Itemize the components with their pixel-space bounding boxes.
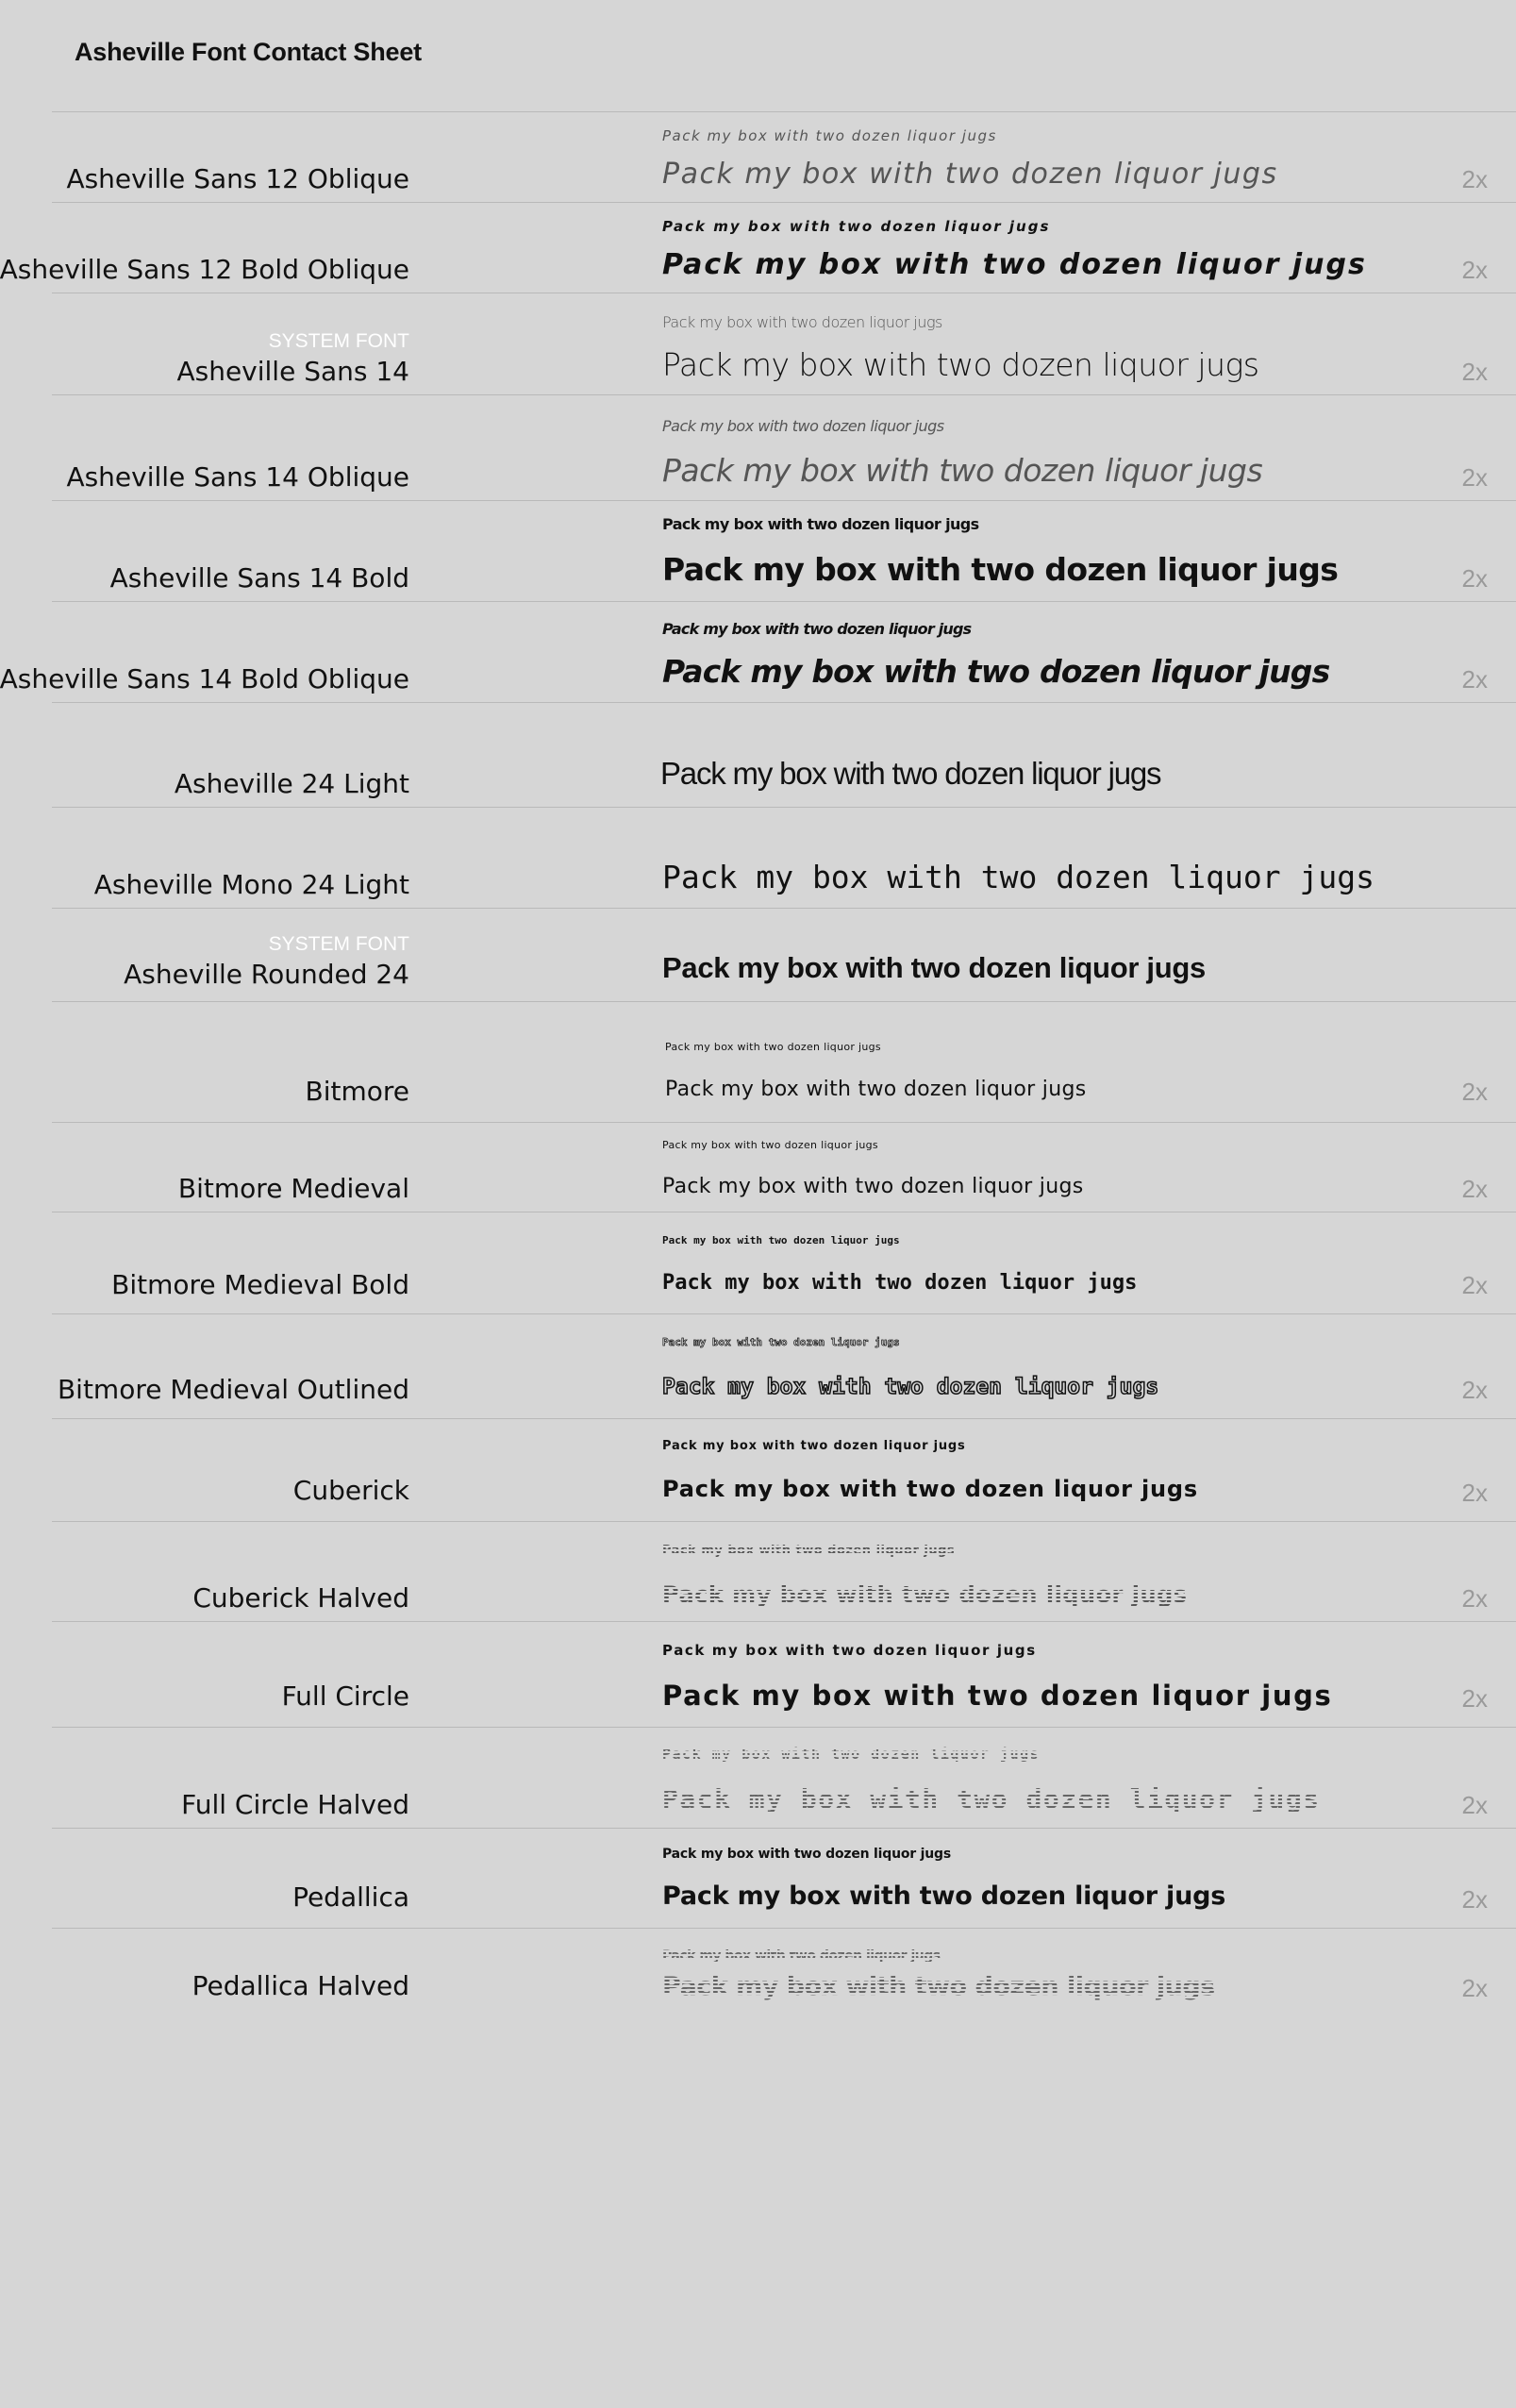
sample-small: Pack my box with two dozen liquor jugs — [662, 1948, 941, 1964]
font-name: Bitmore — [305, 1076, 410, 1107]
sample-2x: Pack my box with two dozen liquor jugs — [661, 1374, 1159, 1400]
sample-small: Pack my box with two dozen liquor jugs — [662, 515, 979, 533]
font-name: Asheville Sans 14 Bold Oblique — [0, 663, 409, 694]
font-row: Pack my box with two dozen liquor jugs P… — [52, 111, 1516, 203]
sample-2x: Pack my box with two dozen liquor jugs — [662, 1881, 1226, 1911]
sample-2x: Pack my box with two dozen liquor jugs — [665, 1078, 1087, 1101]
sample-small: Pack my box with two dozen liquor jugs — [662, 1544, 956, 1558]
font-row: Pack my box with two dozen liquor jugs S… — [52, 908, 1516, 1002]
scale-indicator: 2x — [1461, 1885, 1488, 1914]
font-name: Asheville Sans 14 — [176, 356, 409, 387]
sample-small: Pack my box with two dozen liquor jugs — [662, 313, 942, 331]
font-name: Bitmore Medieval — [177, 1173, 409, 1204]
font-name: Asheville Rounded 24 — [124, 959, 409, 990]
scale-indicator: 2x — [1461, 1584, 1488, 1613]
font-row: Pack my box with two dozen liquor jugs P… — [0, 202, 1516, 293]
font-row: Pack my box with two dozen liquor jugs P… — [52, 1418, 1516, 1522]
sample-small: Pack my box with two dozen liquor jugs — [662, 1847, 951, 1862]
scale-indicator: 2x — [1461, 256, 1488, 284]
sample-2x: Pack my box with two dozen liquor jugs — [662, 551, 1339, 588]
sample-text: Pack my box with two dozen liquor jugs — [662, 859, 1374, 895]
font-row: Pack my box with two dozen liquor jugs P… — [52, 1928, 1516, 2022]
sample-small: Pack my box with two dozen liquor jugs — [662, 620, 972, 638]
scale-indicator: 2x — [1461, 1974, 1488, 2002]
scale-indicator: 2x — [1461, 1479, 1488, 1507]
font-name: Asheville Sans 12 Oblique — [66, 163, 409, 194]
font-name: Asheville Sans 14 Bold — [109, 562, 409, 594]
font-row: Pack my box with two dozen liquor jugs P… — [52, 1828, 1516, 1929]
font-name: Full Circle — [281, 1681, 409, 1712]
font-row: Pack my box with two dozen liquor jugs P… — [52, 293, 1516, 395]
scale-indicator: 2x — [1461, 1175, 1488, 1203]
sample-small: Pack my box with two dozen liquor jugs — [662, 218, 1051, 235]
sample-2x: Pack my box with two dozen liquor jugs — [662, 346, 1259, 383]
font-name: Bitmore Medieval Outlined — [57, 1374, 409, 1405]
sample-2x: Pack my box with two dozen liquor jugs — [662, 1972, 1215, 2001]
sample-small: Pack my box with two dozen liquor jugs — [665, 1041, 881, 1053]
sample-2x: Pack my box with two dozen liquor jugs — [662, 1175, 1084, 1198]
font-name: Cuberick — [292, 1475, 409, 1506]
font-name: Pedallica — [292, 1881, 409, 1913]
font-row: Pack my box with two dozen liquor jugs P… — [0, 601, 1516, 703]
font-name: Bitmore Medieval Bold — [111, 1269, 409, 1300]
system-font-badge: SYSTEM FONT — [268, 330, 409, 352]
sample-small: Pack my box with two dozen liquor jugs — [662, 1439, 966, 1453]
scale-indicator: 2x — [1461, 1376, 1488, 1404]
page-title: Asheville Font Contact Sheet — [75, 38, 422, 66]
system-font-badge: SYSTEM FONT — [268, 933, 409, 955]
sample-small: Pack my box with two dozen liquor jugs — [662, 1746, 1041, 1763]
sample-2x: Pack my box with two dozen liquor jugs — [662, 1476, 1198, 1502]
sample-2x: Pack my box with two dozen liquor jugs — [662, 1581, 1188, 1608]
font-row: Pack my box with two dozen liquor jugs P… — [52, 394, 1516, 501]
font-name: Cuberick Halved — [192, 1582, 409, 1614]
scale-indicator: 2x — [1461, 165, 1488, 193]
font-row: Pack my box with two dozen liquor jugs A… — [52, 807, 1516, 909]
font-row: Pack my box with two dozen liquor jugs P… — [52, 1001, 1516, 1123]
sample-small: Pack my box with two dozen liquor jugs — [662, 1139, 878, 1151]
font-row: Pack my box with two dozen liquor jugs P… — [52, 1212, 1516, 1314]
font-row: Pack my box with two dozen liquor jugs P… — [52, 1727, 1516, 1829]
font-name: Pedallica Halved — [192, 1970, 409, 2001]
font-name: Asheville Mono 24 Light — [93, 869, 409, 900]
sample-small: Pack my box with two dozen liquor jugs — [662, 1642, 1037, 1659]
scale-indicator: 2x — [1461, 665, 1488, 694]
sample-2x: Pack my box with two dozen liquor jugs — [662, 1271, 1138, 1295]
font-row: Pack my box with two dozen liquor jugs P… — [52, 500, 1516, 602]
font-name: Full Circle Halved — [181, 1789, 409, 1820]
font-row: Pack my box with two dozen liquor jugs P… — [52, 1122, 1516, 1212]
scale-indicator: 2x — [1461, 358, 1488, 386]
sample-small: Pack my box with two dozen liquor jugs — [662, 417, 944, 435]
sample-text: Pack my box with two dozen liquor jugs — [660, 756, 1162, 791]
sample-small: Pack my box with two dozen liquor jugs — [662, 1234, 900, 1246]
sample-small: Pack my box with two dozen liquor jugs — [662, 127, 997, 144]
sample-2x: Pack my box with two dozen liquor jugs — [662, 248, 1367, 281]
sample-2x: Pack my box with two dozen liquor jugs — [662, 1783, 1321, 1814]
scale-indicator: 2x — [1461, 1684, 1488, 1713]
scale-indicator: 2x — [1461, 1791, 1488, 1819]
sample-2x: Pack my box with two dozen liquor jugs — [662, 452, 1263, 489]
scale-indicator: 2x — [1461, 1078, 1488, 1106]
scale-indicator: 2x — [1461, 1271, 1488, 1299]
sample-text: Pack my box with two dozen liquor jugs — [662, 951, 1206, 984]
font-name: Asheville Sans 12 Bold Oblique — [0, 254, 409, 285]
sample-2x: Pack my box with two dozen liquor jugs — [662, 158, 1278, 191]
font-row: Pack my box with two dozen liquor jugs A… — [52, 702, 1516, 808]
font-name: Asheville 24 Light — [174, 768, 409, 799]
font-name: Asheville Sans 14 Oblique — [66, 461, 409, 493]
font-row: Pack my box with two dozen liquor jugs P… — [52, 1621, 1516, 1728]
sample-2x: Pack my box with two dozen liquor jugs — [662, 1680, 1333, 1712]
scale-indicator: 2x — [1461, 564, 1488, 593]
font-row: Pack my box with two dozen liquor jugs P… — [52, 1521, 1516, 1622]
font-row: Pack my box with two dozen liquor jugs P… — [52, 1313, 1516, 1419]
sample-small: Pack my box with two dozen liquor jugs — [662, 1336, 900, 1349]
sample-2x: Pack my box with two dozen liquor jugs — [662, 653, 1330, 690]
scale-indicator: 2x — [1461, 463, 1488, 492]
